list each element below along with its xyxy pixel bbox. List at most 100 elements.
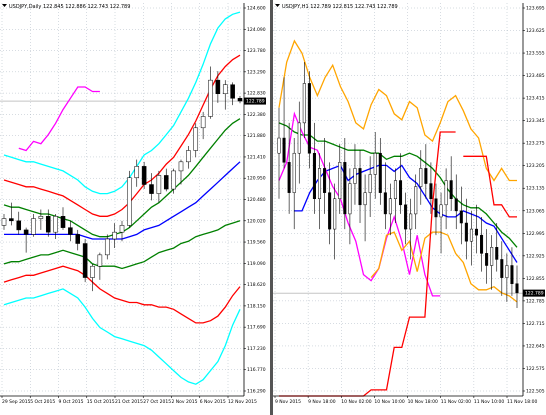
price-tick-label: 123.065	[526, 208, 545, 214]
candle-body	[505, 265, 509, 278]
price-tick-label: 123.695	[526, 6, 545, 12]
candle-body	[429, 183, 433, 199]
candle-body	[75, 234, 81, 244]
candle-body	[1, 218, 7, 226]
candle-body	[495, 247, 499, 260]
candle-body	[282, 137, 286, 163]
price-tick-label: 122.645	[526, 343, 545, 349]
candle-body	[208, 79, 213, 117]
candle-body	[9, 218, 14, 222]
price-tick-label: 122.855	[526, 276, 545, 282]
candle-body	[404, 204, 408, 230]
candle-body	[454, 198, 458, 212]
candle-body	[434, 198, 438, 218]
price-tick-label: 123.555	[526, 51, 545, 57]
candle-body	[399, 180, 403, 206]
time-tick-label: 9 Nov 18:00	[308, 399, 336, 405]
candle-body	[464, 222, 468, 242]
candle-body	[171, 170, 176, 190]
candle-body	[338, 162, 342, 199]
price-tick-label: 122.380	[247, 112, 266, 118]
candle-body	[459, 210, 463, 224]
h1-chart-window[interactable]: 123.695 123.625 123.555 123.485 123.415 123.3…	[273, 0, 546, 415]
candle-body	[16, 220, 22, 231]
candle-body	[323, 168, 327, 193]
daily-chart-window[interactable]: 124.600 124.090 123.780 123.290 122.830 122.3…	[0, 0, 270, 415]
candle-body	[31, 218, 36, 235]
price-tick-label: 123.205	[526, 163, 545, 169]
candle-body	[439, 204, 443, 218]
time-tick-label: 27 Oct 2015	[143, 399, 171, 405]
time-tick-label: 6 Nov 2015	[200, 399, 226, 405]
price-tick-label: 123.345	[526, 118, 545, 124]
price-tick-label: 123.485	[526, 73, 545, 79]
price-tick-label: 121.880	[247, 133, 266, 139]
candle-body	[156, 175, 162, 194]
candle-body	[149, 184, 154, 194]
price-tick-label: 120.020	[247, 218, 266, 224]
price-tick-label: 120.950	[247, 176, 266, 182]
candle-body	[163, 175, 169, 190]
candle-body	[363, 192, 367, 206]
price-tick-label: 118.150	[247, 303, 266, 309]
candle-body	[53, 216, 58, 233]
candle-body	[393, 180, 397, 199]
candle-body	[186, 150, 191, 163]
candle-body	[317, 168, 322, 199]
h1-chart-background	[273, 0, 546, 415]
price-tick-label: 118.620	[247, 282, 266, 288]
candle-body	[277, 137, 281, 154]
candle-body	[343, 162, 347, 215]
price-tick-label: 120.480	[247, 197, 266, 203]
candle-body	[373, 152, 377, 175]
candle-body	[60, 216, 66, 228]
daily-chart-title-text: USDJPY,Daily 122.845 122.886 122.743 122…	[9, 4, 130, 10]
candle-body	[383, 192, 387, 215]
candle-body	[97, 254, 103, 267]
time-tick-label: 9 Oct 2015	[59, 399, 84, 405]
candle-body	[312, 152, 316, 199]
candle-body	[424, 168, 428, 184]
candle-body	[333, 198, 337, 230]
candle-body	[68, 227, 73, 235]
price-tick-label: 123.780	[247, 48, 266, 54]
daily-current-price-tag: 122.789	[244, 97, 266, 105]
candle-body	[90, 265, 95, 278]
time-tick-label: 9 Nov 2015	[275, 399, 301, 405]
time-tick-label: 12 Nov 2015	[228, 399, 257, 405]
candle-body	[230, 84, 235, 99]
candle-body	[419, 168, 423, 187]
candle-body	[112, 231, 117, 240]
price-tick-label: 124.600	[247, 6, 266, 12]
time-tick-label: 10 Nov 10:00	[374, 399, 404, 405]
price-tick-label: 123.625	[526, 28, 545, 34]
price-tick-label: 117.690	[247, 325, 266, 331]
candle-body	[500, 259, 504, 278]
price-tick-label: 122.575	[526, 366, 545, 372]
time-tick-label: 15 Oct 2015	[87, 399, 115, 405]
candle-body	[82, 243, 88, 278]
candle-body	[515, 283, 519, 294]
candle-body	[485, 253, 489, 266]
candle-body	[469, 228, 473, 242]
candle-body	[237, 98, 243, 102]
candle-body	[409, 213, 413, 230]
candle-body	[141, 166, 147, 185]
candle-body	[414, 186, 418, 215]
time-tick-label: 10 Nov 02:00	[341, 399, 371, 405]
candle-body	[215, 79, 221, 95]
candle-body	[23, 229, 29, 235]
price-tick-label: 119.090	[247, 261, 266, 267]
time-tick-label: 10 Nov 18:00	[408, 399, 438, 405]
candle-body	[328, 192, 332, 230]
daily-chart-title: USDJPY,Daily 122.845 122.886 122.743 122…	[2, 4, 130, 10]
candle-body	[200, 116, 206, 129]
price-tick-label: 116.290	[247, 389, 266, 395]
h1-chart-title: USDJPY,H1 122.789 122.815 122.743 122.78…	[275, 4, 398, 10]
h1-current-price-tag: 122.789	[523, 289, 545, 297]
candle-body	[193, 127, 199, 151]
price-tick-label: 123.135	[526, 186, 545, 192]
h1-current-price-label: 122.789	[525, 291, 544, 297]
candle-body	[449, 180, 453, 199]
candle-body	[378, 152, 382, 193]
